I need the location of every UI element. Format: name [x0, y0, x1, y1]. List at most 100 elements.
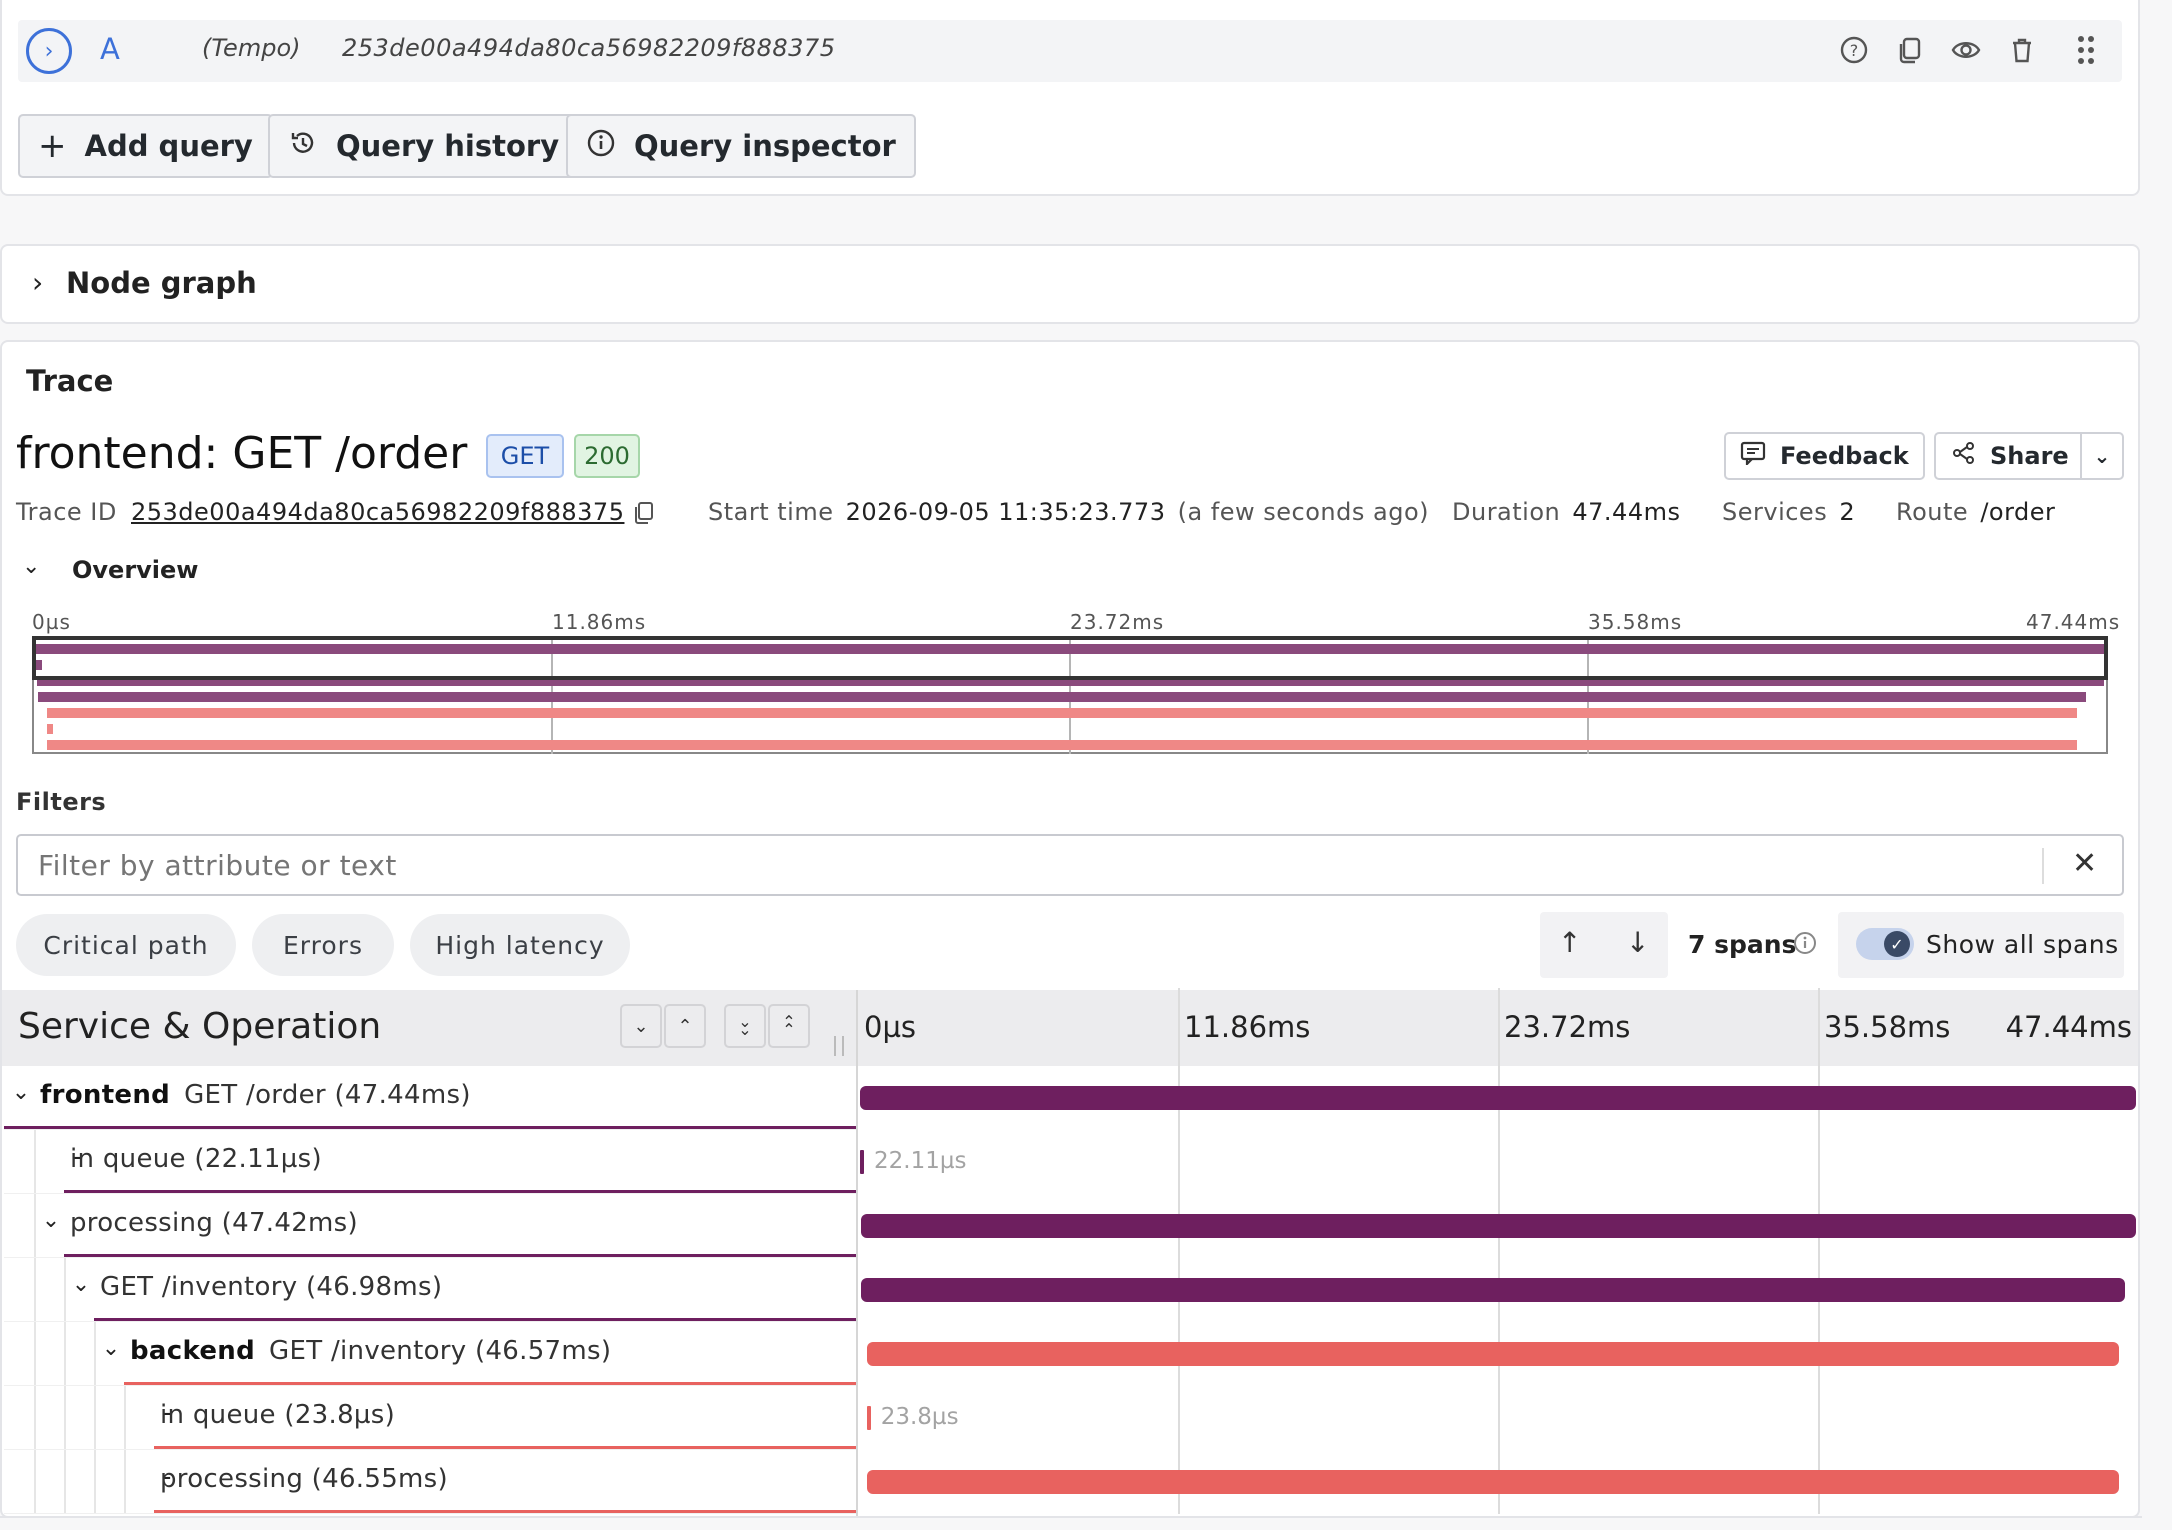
operation-name: GET /order (47.44ms)	[184, 1080, 471, 1110]
help-icon[interactable]: ?	[1836, 32, 1872, 68]
query-history-button[interactable]: Query history	[268, 114, 580, 178]
span-bar[interactable]	[860, 1150, 864, 1174]
filter-search-field[interactable]: ✕	[16, 834, 2124, 896]
trace-id-link[interactable]: 253de00a494da80ca56982209f888375	[131, 498, 624, 526]
overview-span-bar	[38, 692, 2087, 702]
span-bar[interactable]	[860, 1214, 2136, 1238]
start-time: Start time 2026-09-05 11:35:23.773 (a fe…	[708, 498, 1429, 526]
chevron-down-icon[interactable]: ⌄	[70, 1272, 92, 1297]
span-name[interactable]: in queue (22.11µs)	[70, 1144, 322, 1174]
overview-tick-0: 0µs	[32, 610, 71, 634]
overview-selection-window[interactable]	[32, 636, 2108, 680]
column-resize-handle[interactable]	[834, 1036, 844, 1056]
query-text: 253de00a494da80ca56982209f888375	[342, 34, 836, 62]
overview-span-bar	[46, 724, 53, 734]
collapse-one-button[interactable]: ⌄	[620, 1004, 662, 1048]
operation-name: processing (47.42ms)	[70, 1208, 358, 1238]
overview-tick-4: 47.44ms	[2026, 610, 2121, 634]
show-all-spans-toggle[interactable]: ✓	[1856, 928, 1914, 960]
row-separator	[4, 1193, 856, 1194]
row-separator	[4, 1321, 856, 1322]
duration-value: 47.44ms	[1572, 498, 1681, 526]
plus-icon: +	[38, 126, 67, 166]
span-bar[interactable]	[866, 1470, 2120, 1494]
span-name[interactable]: processing (46.55ms)	[160, 1464, 448, 1494]
service-name: frontend	[40, 1080, 171, 1110]
next-match-icon[interactable]: ↓	[1626, 926, 1649, 959]
show-all-spans-label: Show all spans	[1926, 930, 2119, 959]
errors-filter[interactable]: Errors	[252, 914, 394, 976]
share-label: Share	[1990, 442, 2069, 470]
span-name[interactable]: GET /inventory (46.98ms)	[100, 1272, 442, 1302]
overview-toggle[interactable]: Overview	[72, 556, 198, 584]
comment-icon	[1740, 441, 1766, 471]
clear-filter-icon[interactable]: ✕	[2072, 846, 2097, 881]
timeline-grid-line	[1178, 988, 1180, 1514]
operation-name: GET /inventory (46.57ms)	[269, 1336, 612, 1366]
chevron-down-icon[interactable]: ⌄	[22, 554, 40, 579]
span-bar[interactable]	[860, 1086, 2136, 1110]
indent-guide	[124, 1450, 126, 1514]
add-query-button[interactable]: + Add query	[18, 114, 273, 178]
chevron-down-icon[interactable]: ⌄	[10, 1080, 32, 1105]
critical-path-filter[interactable]: Critical path	[16, 914, 236, 976]
datasource-label: (Tempo)	[202, 34, 301, 62]
high-latency-filter[interactable]: High latency	[410, 914, 630, 976]
trace-panel-title: Trace	[26, 364, 114, 398]
query-history-label: Query history	[336, 129, 560, 163]
node-graph-panel[interactable]	[0, 244, 2140, 324]
expand-all-button[interactable]: ⌃ ⌃	[768, 1004, 810, 1048]
span-bar[interactable]	[861, 1278, 2125, 1302]
start-time-value: 2026-09-05 11:35:23.773	[845, 498, 1166, 526]
chevron-right-icon[interactable]: ›	[32, 266, 43, 299]
operation-name: GET /inventory (46.98ms)	[100, 1272, 443, 1302]
overview-span-bar	[47, 740, 2077, 750]
route-label: Route	[1896, 498, 1969, 526]
span-name[interactable]: frontend GET /order (47.44ms)	[40, 1080, 471, 1110]
drag-handle-icon[interactable]	[2068, 32, 2104, 68]
duration-label: Duration	[1452, 498, 1561, 526]
query-inspector-label: Query inspector	[634, 129, 896, 163]
query-inspector-button[interactable]: Query inspector	[566, 114, 916, 178]
filter-search-input[interactable]	[38, 846, 2018, 884]
share-button[interactable]: Share	[1934, 432, 2082, 480]
span-name[interactable]: in queue (23.8µs)	[160, 1400, 395, 1430]
node-graph-title[interactable]: Node graph	[66, 266, 257, 300]
chevron-down-icon[interactable]: ⌄	[100, 1336, 122, 1361]
chevron-down-icon[interactable]: ⌄	[40, 1208, 62, 1233]
info-icon	[586, 128, 616, 165]
row-separator	[4, 1449, 856, 1450]
span-bar[interactable]	[866, 1406, 871, 1430]
query-letter[interactable]: A	[100, 32, 120, 66]
trash-icon[interactable]	[2004, 32, 2040, 68]
history-icon	[288, 128, 318, 165]
feedback-button[interactable]: Feedback	[1724, 432, 1925, 480]
duplicate-query-icon[interactable]	[1892, 32, 1928, 68]
timeline-tick-label: 11.86ms	[1184, 1010, 1311, 1044]
copy-icon[interactable]	[632, 500, 656, 530]
span-duration-label: 22.11µs	[874, 1148, 967, 1174]
operation-name: in queue (22.11µs)	[70, 1144, 322, 1174]
service-name: backend	[130, 1336, 256, 1366]
indent-guide	[34, 1386, 36, 1450]
span-name[interactable]: processing (47.42ms)	[70, 1208, 358, 1238]
collapse-query-button[interactable]: ›	[26, 28, 72, 74]
overview-tick-2: 23.72ms	[1070, 610, 1165, 634]
indent-guide	[94, 1386, 96, 1450]
eye-icon[interactable]	[1948, 32, 1984, 68]
collapse-all-button[interactable]: ⌄ ⌄	[724, 1004, 766, 1048]
row-separator	[4, 1257, 856, 1258]
service-operation-header: Service & Operation	[18, 1006, 382, 1047]
expand-one-button[interactable]: ⌃	[664, 1004, 706, 1048]
previous-match-icon[interactable]: ↑	[1558, 926, 1581, 959]
timeline-tick-label: 0µs	[864, 1010, 917, 1044]
span-name[interactable]: backend GET /inventory (46.57ms)	[130, 1336, 611, 1366]
services-value: 2	[1839, 498, 1856, 526]
overview-tick-3: 35.58ms	[1588, 610, 1683, 634]
add-query-label: Add query	[84, 129, 253, 163]
services: Services 2	[1722, 498, 1855, 526]
span-bar[interactable]	[866, 1342, 2120, 1366]
indent-guide	[94, 1450, 96, 1514]
indent-guide	[34, 1322, 36, 1386]
share-dropdown-button[interactable]: ⌄	[2080, 432, 2124, 480]
